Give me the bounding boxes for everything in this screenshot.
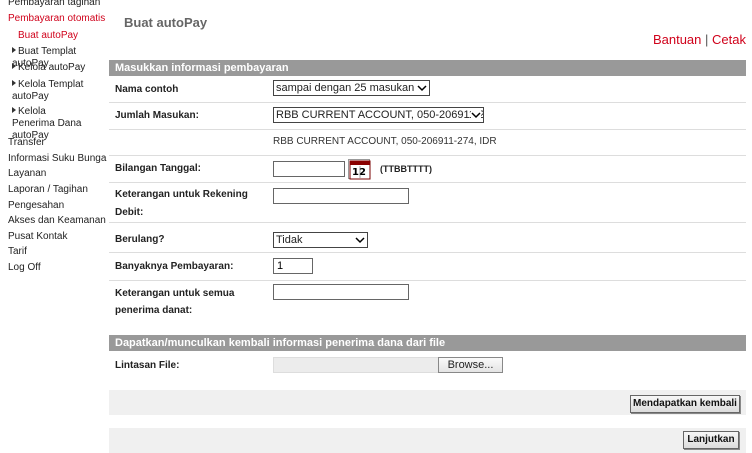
triangle-right-icon <box>12 107 16 113</box>
sidebar-item-bill-payment[interactable]: Pembayaran tagihan <box>8 0 100 9</box>
entries-value: RBB CURRENT ACCOUNT, 050-206911-274, IDR <box>276 109 483 121</box>
recurring-value: Tidak <box>276 234 303 246</box>
payment-count-label: Banyaknya Pembayaran: <box>115 261 234 272</box>
date-row: Bilangan Tanggal: 12 (TTBBTTTT) <box>109 156 746 183</box>
sidebar-item-transfer[interactable]: Transfer <box>8 137 45 149</box>
retrieve-bar: Mendapatkan kembali <box>109 390 746 415</box>
chevron-down-icon <box>355 237 365 244</box>
sidebar-item-reports[interactable]: Laporan / Tagihan <box>8 184 88 196</box>
sidebar-item-contact-center[interactable]: Pusat Kontak <box>8 231 67 243</box>
recurring-label: Berulang? <box>115 234 165 245</box>
debit-note-row: Keterangan untuk Rekening Debit: <box>109 183 746 223</box>
chevron-down-icon <box>417 85 427 92</box>
sidebar-item-authorization[interactable]: Pengesahan <box>8 200 64 212</box>
payment-info-header: Masukkan informasi pembayaran <box>109 60 746 76</box>
top-links: Bantuan | Cetak <box>653 32 746 47</box>
sample-name-label: Nama contoh <box>115 84 179 95</box>
date-input[interactable] <box>273 161 345 177</box>
sample-name-value: sampai dengan 25 masukan <box>276 82 415 94</box>
chevron-down-icon <box>471 110 481 120</box>
sidebar-item-tariff[interactable]: Tarif <box>8 246 27 258</box>
payment-count-input[interactable] <box>273 258 313 274</box>
account-info-row: RBB CURRENT ACCOUNT, 050-206911-274, IDR <box>109 130 746 156</box>
triangle-right-icon <box>12 63 16 69</box>
beneficiary-note-row: Keterangan untuk semua penerima danat: <box>109 281 746 323</box>
entries-select[interactable]: RBB CURRENT ACCOUNT, 050-206911-274, IDR <box>273 107 484 123</box>
sidebar-item-manage-autopay-template[interactable]: Kelola Templat autoPay <box>12 79 90 103</box>
sample-name-row: Nama contoh sampai dengan 25 masukan <box>109 77 746 103</box>
entries-row: Jumlah Masukan: RBB CURRENT ACCOUNT, 050… <box>109 103 746 130</box>
sidebar-item-create-autopay[interactable]: Buat autoPay <box>18 30 78 42</box>
payment-count-row: Banyaknya Pembayaran: <box>109 253 746 281</box>
entries-label: Jumlah Masukan: <box>115 110 199 121</box>
file-section-header: Dapatkan/munculkan kembali informasi pen… <box>109 335 746 351</box>
sidebar-item-interest-rates[interactable]: Informasi Suku Bunga <box>8 153 106 165</box>
debit-note-label-line2: Debit: <box>115 207 144 218</box>
sidebar-item-access-security[interactable]: Akses dan Keamanan <box>8 215 106 227</box>
sidebar-item-autopay[interactable]: Pembayaran otomatis <box>8 13 105 25</box>
triangle-right-icon <box>12 47 16 53</box>
page-title: Buat autoPay <box>124 15 208 30</box>
date-format-hint: (TTBBTTTT) <box>380 164 432 174</box>
file-path-input[interactable] <box>273 357 439 373</box>
debit-note-input[interactable] <box>273 188 409 204</box>
continue-button[interactable]: Lanjutkan <box>683 431 739 449</box>
svg-text:12: 12 <box>352 167 366 178</box>
beneficiary-note-input[interactable] <box>273 284 409 300</box>
calendar-icon[interactable]: 12 <box>348 159 371 180</box>
beneficiary-note-label-line2: penerima danat: <box>115 305 193 316</box>
beneficiary-note-label-line1: Keterangan untuk semua <box>115 288 235 299</box>
file-path-label: Lintasan File: <box>115 360 180 371</box>
triangle-right-icon <box>12 80 16 86</box>
sidebar-item-services[interactable]: Layanan <box>8 168 46 180</box>
date-label: Bilangan Tanggal: <box>115 163 201 174</box>
retrieve-button[interactable]: Mendapatkan kembali <box>630 395 740 413</box>
print-link[interactable]: Cetak <box>712 32 746 47</box>
recurring-select[interactable]: Tidak <box>273 232 368 248</box>
continue-bar: Lanjutkan <box>109 428 746 453</box>
sample-name-select[interactable]: sampai dengan 25 masukan <box>273 80 430 96</box>
browse-button[interactable]: Browse... <box>438 357 503 373</box>
file-path-row: Lintasan File: Browse... <box>109 351 746 379</box>
account-info-text: RBB CURRENT ACCOUNT, 050-206911-274, IDR <box>273 136 497 147</box>
sidebar-item-manage-autopay[interactable]: Kelola autoPay <box>12 62 104 74</box>
help-link[interactable]: Bantuan <box>653 32 701 47</box>
debit-note-label-line1: Keterangan untuk Rekening <box>115 189 248 200</box>
sidebar-item-logoff[interactable]: Log Off <box>8 262 41 274</box>
link-separator: | <box>705 32 709 47</box>
recurring-row: Berulang? Tidak <box>109 223 746 253</box>
